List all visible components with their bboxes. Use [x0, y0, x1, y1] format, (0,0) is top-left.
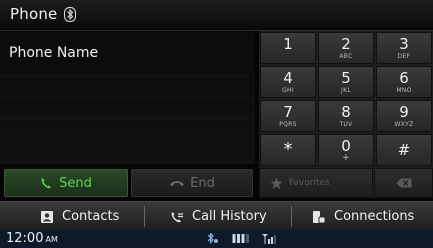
key-0[interactable]: 0 + — [318, 134, 374, 166]
key-7[interactable]: 7 PQRS — [260, 100, 316, 132]
key-5[interactable]: 5 JKL — [318, 66, 374, 98]
divider — [0, 119, 255, 120]
hang-up-icon — [170, 181, 185, 186]
key-digit: 1 — [283, 35, 293, 53]
tab-contacts-label: Contacts — [62, 209, 120, 224]
key-3[interactable]: 3 DEF — [376, 32, 432, 64]
divider — [0, 141, 255, 142]
clock-ampm: AM — [45, 235, 58, 244]
key-digit: 4 — [283, 69, 293, 87]
clock-time: 12:00 — [6, 231, 44, 246]
call-history-icon — [171, 211, 183, 222]
key-digit: 2 — [341, 35, 351, 53]
key-digit: # — [397, 141, 411, 159]
header-bar: Phone — [0, 0, 433, 31]
key-digit: 9 — [399, 103, 409, 121]
tab-call-history[interactable]: Call History — [170, 202, 267, 231]
send-label: Send — [59, 175, 92, 191]
divider — [0, 75, 255, 76]
signal-strength-icon — [262, 234, 276, 244]
tab-divider — [144, 206, 145, 227]
key-hash[interactable]: # — [376, 134, 432, 166]
key-letters: DEF — [397, 53, 411, 60]
end-button[interactable]: End — [131, 169, 253, 197]
dial-keypad: 1 2 ABC 3 DEF 4 GHI 5 JKL 6 MNO 7 PQRS 8 — [259, 31, 433, 198]
tab-connections-label: Connections — [334, 209, 415, 224]
end-label: End — [190, 175, 215, 191]
key-star[interactable]: * — [260, 134, 316, 166]
page-title: Phone — [10, 5, 58, 23]
status-bar: 12:00 AM — [0, 230, 433, 248]
key-9[interactable]: 9 WXYZ — [376, 100, 432, 132]
key-2[interactable]: 2 ABC — [318, 32, 374, 64]
send-button[interactable]: Send — [4, 169, 128, 197]
contacts-icon — [41, 210, 53, 223]
key-1[interactable]: 1 — [260, 32, 316, 64]
favorites-button[interactable]: Favorites — [259, 168, 373, 198]
key-letters: + — [342, 153, 350, 163]
phone-name-panel: Phone Name — [0, 31, 255, 164]
connections-icon — [313, 210, 326, 223]
star-icon — [270, 177, 283, 189]
key-digit: * — [283, 139, 293, 160]
phone-screen: Phone Phone Name Send End 1 2 ABC 3 DEF … — [0, 0, 433, 248]
key-letters: WXYZ — [394, 121, 414, 128]
phone-handset-icon — [41, 178, 52, 189]
key-letters: TUV — [339, 121, 353, 128]
backspace-icon — [396, 178, 411, 188]
bluetooth-status-icon — [207, 233, 218, 244]
tab-call-history-label: Call History — [192, 209, 267, 224]
divider — [0, 97, 255, 98]
tab-connections[interactable]: Connections — [312, 202, 414, 231]
clock: 12:00 AM — [6, 231, 58, 246]
backspace-button[interactable] — [374, 168, 433, 198]
key-8[interactable]: 8 TUV — [318, 100, 374, 132]
key-letters: PQRS — [279, 121, 297, 128]
key-letters: GHI — [282, 87, 294, 94]
key-digit: 3 — [399, 35, 409, 53]
key-4[interactable]: 4 GHI — [260, 66, 316, 98]
tab-divider — [291, 206, 292, 227]
call-buttons: Send End — [0, 166, 255, 198]
key-digit: 5 — [341, 69, 351, 87]
bluetooth-icon — [64, 7, 76, 22]
key-digit: 8 — [341, 103, 351, 121]
favorites-label: Favorites — [289, 178, 330, 188]
bottom-tab-bar: Contacts Call History Connections — [0, 201, 433, 231]
key-letters: MNO — [396, 87, 412, 94]
key-digit: 6 — [399, 69, 409, 87]
key-letters: ABC — [339, 53, 353, 60]
tab-contacts[interactable]: Contacts — [40, 202, 119, 231]
key-letters: JKL — [341, 87, 351, 94]
key-digit: 7 — [283, 103, 293, 121]
battery-icon — [232, 234, 249, 243]
key-6[interactable]: 6 MNO — [376, 66, 432, 98]
phone-name-label: Phone Name — [9, 45, 99, 61]
